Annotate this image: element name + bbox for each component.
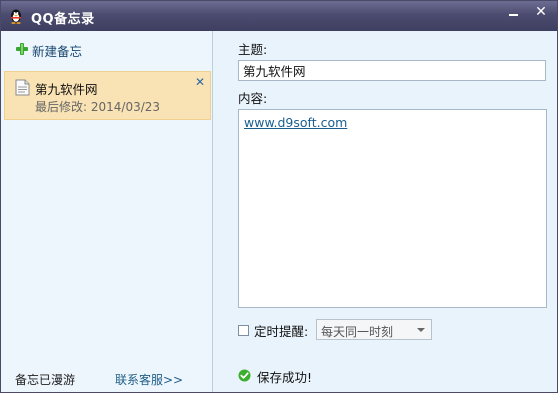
subject-label: 主题: [238,42,268,57]
reminder-frequency-value: 每天同一时刻 [321,325,394,339]
chevron-down-icon [417,328,425,332]
memo-window: QQ备忘录 ✕ 新建备忘 第九软件网 最后修改: 2014/03/23 ✕ 备忘… [0,0,558,393]
green-plus-icon [15,42,29,59]
close-icon: ✕ [535,4,547,20]
minimize-icon [508,14,518,16]
save-status-text: 保存成功! [257,370,313,385]
close-button[interactable]: ✕ [527,1,555,23]
note-title: 第九软件网 [35,82,98,97]
note-last-modified: 最后修改: 2014/03/23 [35,100,161,114]
reminder-frequency-select[interactable]: 每天同一时刻 [316,319,432,340]
window-title: QQ备忘录 [31,12,95,27]
content-label: 内容: [238,91,268,106]
editor-panel: 主题: 内容: www.d9soft.com 定时提醒: 每天同一时刻 保存成功… [213,31,557,392]
reminder-toggle[interactable]: 定时提醒: [238,321,308,340]
delete-x-icon[interactable]: ✕ [195,75,205,89]
note-document-icon [15,79,30,99]
note-list-panel: 新建备忘 第九软件网 最后修改: 2014/03/23 ✕ 备忘已漫游 联系客服… [1,31,213,392]
contact-support-link[interactable]: 联系客服>> [115,371,183,388]
subject-input[interactable] [238,60,546,81]
minimize-button[interactable] [499,1,527,23]
reminder-label: 定时提醒: [254,324,309,339]
success-check-icon [238,369,251,385]
content-link[interactable]: www.d9soft.com [244,115,347,130]
content-textarea[interactable]: www.d9soft.com [238,109,547,308]
note-list-item[interactable]: 第九软件网 最后修改: 2014/03/23 ✕ [4,71,211,120]
roam-status: 备忘已漫游 [15,373,76,387]
new-note-button[interactable]: 新建备忘 [15,41,82,60]
title-bar[interactable]: QQ备忘录 ✕ [1,1,557,31]
sidebar-footer: 备忘已漫游 联系客服>> [1,362,212,392]
new-note-label: 新建备忘 [32,44,83,59]
qq-penguin-icon [8,8,24,24]
reminder-checkbox[interactable] [238,325,249,336]
save-status: 保存成功! [238,367,312,386]
